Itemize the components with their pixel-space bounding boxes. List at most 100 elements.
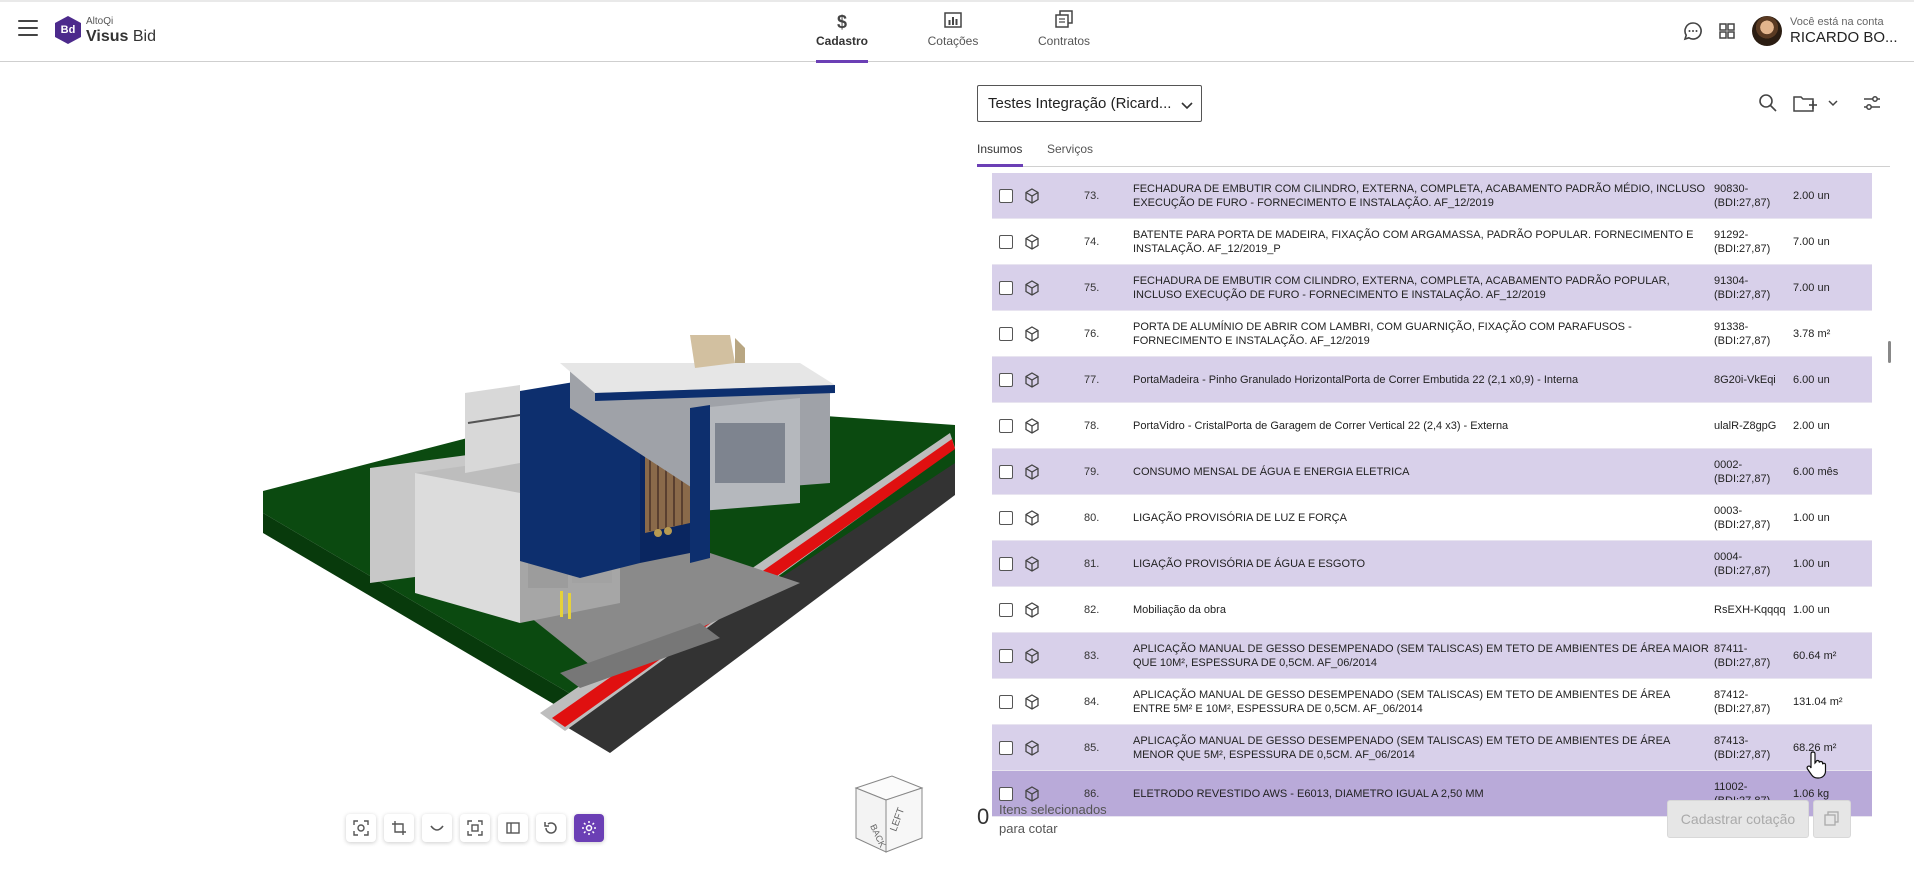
viewer-toolbar xyxy=(346,814,604,842)
table-row[interactable]: 77. PortaMadeira - Pinho Granulado Horiz… xyxy=(992,357,1872,403)
row-number: 86. xyxy=(1084,787,1100,800)
fit-view-icon[interactable] xyxy=(460,814,490,842)
cube-icon[interactable] xyxy=(1024,279,1040,296)
reset-icon[interactable] xyxy=(536,814,566,842)
table-row[interactable]: 78. PortaVidro - CristalPorta de Garagem… xyxy=(992,403,1872,449)
building-3d-model[interactable] xyxy=(0,63,960,872)
row-checkbox[interactable] xyxy=(999,234,1013,249)
row-code: 91304-(BDI:27,87) xyxy=(1714,274,1771,301)
cube-icon[interactable] xyxy=(1024,463,1040,480)
row-quantity: 2.00 un xyxy=(1793,419,1830,432)
crop-icon[interactable] xyxy=(384,814,414,842)
tab-servicos[interactable]: Serviços xyxy=(1047,142,1093,156)
row-checkbox[interactable] xyxy=(999,188,1013,203)
selected-count: 0 xyxy=(977,804,990,829)
table-row[interactable]: 75. FECHADURA DE EMBUTIR COM CILINDRO, E… xyxy=(992,265,1872,311)
cube-icon[interactable] xyxy=(1024,509,1040,526)
brand-company: AltoQi xyxy=(86,16,114,27)
focus-icon[interactable] xyxy=(346,814,376,842)
section-icon[interactable] xyxy=(498,814,528,842)
cube-icon[interactable] xyxy=(1024,601,1040,618)
cube-icon[interactable] xyxy=(1024,693,1040,710)
row-checkbox[interactable] xyxy=(999,694,1013,709)
row-code: 87411-(BDI:27,87) xyxy=(1714,642,1771,669)
copy-icon[interactable] xyxy=(1813,800,1851,838)
table-row[interactable]: 85. APLICAÇÃO MANUAL DE GESSO DESEMPENAD… xyxy=(992,725,1872,771)
nav-contratos[interactable]: Contratos xyxy=(1036,10,1092,62)
table-row[interactable]: 74. BATENTE PARA PORTA DE MADEIRA, FIXAÇ… xyxy=(992,219,1872,265)
table-row[interactable]: 83. APLICAÇÃO MANUAL DE GESSO DESEMPENAD… xyxy=(992,633,1872,679)
table-row[interactable]: 79. CONSUMO MENSAL DE ÁGUA E ENERGIA ELE… xyxy=(992,449,1872,495)
row-checkbox[interactable] xyxy=(999,740,1013,755)
row-checkbox[interactable] xyxy=(999,326,1013,341)
row-checkbox[interactable] xyxy=(999,418,1013,433)
cube-icon[interactable] xyxy=(1024,325,1040,342)
filter-settings-icon[interactable] xyxy=(1861,92,1883,114)
table-row[interactable]: 73. FECHADURA DE EMBUTIR COM CILINDRO, E… xyxy=(992,173,1872,219)
row-number: 73. xyxy=(1084,189,1100,202)
apps-grid-icon[interactable] xyxy=(1716,20,1738,42)
table-row[interactable]: 84. APLICAÇÃO MANUAL DE GESSO DESEMPENAD… xyxy=(992,679,1872,725)
row-code: 8G20i-VkEqi xyxy=(1714,373,1776,386)
account-name[interactable]: RICARDO BO... xyxy=(1790,29,1898,46)
cube-icon[interactable] xyxy=(1024,555,1040,572)
search-icon[interactable] xyxy=(1757,92,1779,114)
row-checkbox[interactable] xyxy=(999,786,1013,801)
chevron-down-icon[interactable] xyxy=(1827,92,1841,114)
row-number: 75. xyxy=(1084,281,1100,294)
row-checkbox[interactable] xyxy=(999,280,1013,295)
nav-cotacoes-label: Cotações xyxy=(927,34,979,48)
avatar[interactable] xyxy=(1752,16,1782,46)
row-checkbox[interactable] xyxy=(999,602,1013,617)
table-row[interactable]: 80. LIGAÇÃO PROVISÓRIA DE LUZ E FORÇA 00… xyxy=(992,495,1872,541)
tab-insumos[interactable]: Insumos xyxy=(977,142,1022,156)
add-folder-icon[interactable] xyxy=(1792,92,1818,114)
row-description: APLICAÇÃO MANUAL DE GESSO DESEMPENADO (S… xyxy=(1133,642,1709,669)
row-quantity: 1.00 un xyxy=(1793,557,1830,570)
row-quantity: 3.78 m² xyxy=(1793,327,1831,340)
materials-table[interactable]: 73. FECHADURA DE EMBUTIR COM CILINDRO, E… xyxy=(992,173,1872,851)
table-row[interactable]: 76. PORTA DE ALUMÍNIO DE ABRIR COM LAMBR… xyxy=(992,311,1872,357)
row-checkbox[interactable] xyxy=(999,372,1013,387)
row-quantity: 1.00 un xyxy=(1793,511,1830,524)
row-quantity: 1.06 kg xyxy=(1793,787,1830,800)
brand-product: Visus Bid xyxy=(86,28,156,45)
register-quote-button[interactable]: Cadastrar cotação xyxy=(1667,800,1809,838)
visus-bid-logo[interactable]: Bd xyxy=(55,16,81,44)
nav-cadastro[interactable]: $ Cadastro xyxy=(816,10,868,63)
top-edge xyxy=(0,0,1914,2)
hamburger-menu-icon[interactable] xyxy=(18,20,38,38)
row-code: ulalR-Z8gpG xyxy=(1714,419,1777,432)
settings-icon[interactable] xyxy=(574,814,604,842)
row-checkbox[interactable] xyxy=(999,510,1013,525)
table-row[interactable]: 81. LIGAÇÃO PROVISÓRIA DE ÁGUA E ESGOTO … xyxy=(992,541,1872,587)
row-quantity: 131.04 m² xyxy=(1793,695,1843,708)
row-description: PortaVidro - CristalPorta de Garagem de … xyxy=(1133,419,1509,432)
row-checkbox[interactable] xyxy=(999,648,1013,663)
row-number: 82. xyxy=(1084,603,1100,616)
cube-icon[interactable] xyxy=(1024,739,1040,756)
row-code: 91292-(BDI:27,87) xyxy=(1714,228,1771,255)
cube-icon[interactable] xyxy=(1024,417,1040,434)
row-description: FECHADURA DE EMBUTIR COM CILINDRO, EXTER… xyxy=(1133,182,1706,209)
table-scrollbar[interactable] xyxy=(1888,341,1891,363)
row-description: FECHADURA DE EMBUTIR COM CILINDRO, EXTER… xyxy=(1133,274,1670,301)
row-quantity: 7.00 un xyxy=(1793,235,1830,248)
row-checkbox[interactable] xyxy=(999,464,1013,479)
tab-active-indicator xyxy=(977,164,1023,167)
project-select[interactable]: Testes Integração (Ricard... xyxy=(977,85,1202,122)
row-checkbox[interactable] xyxy=(999,556,1013,571)
row-number: 84. xyxy=(1084,695,1100,708)
chat-icon[interactable] xyxy=(1682,20,1704,42)
nav-cotacoes[interactable]: Cotações xyxy=(926,10,980,62)
view-cube[interactable]: BACK LEFT xyxy=(850,770,926,856)
table-row[interactable]: 82. Mobiliação da obra RsEXH-Kqqqq 1.00 … xyxy=(992,587,1872,633)
curve-icon[interactable] xyxy=(422,814,452,842)
cube-icon[interactable] xyxy=(1024,371,1040,388)
selected-label: Itens selecionados para cotar xyxy=(999,802,1107,836)
cube-icon[interactable] xyxy=(1024,647,1040,664)
cube-icon[interactable] xyxy=(1024,187,1040,204)
cube-icon[interactable] xyxy=(1024,233,1040,250)
model-viewer[interactable]: BACK LEFT xyxy=(0,63,960,872)
materials-panel: Testes Integração (Ricard... Insumos Ser… xyxy=(960,63,1914,872)
